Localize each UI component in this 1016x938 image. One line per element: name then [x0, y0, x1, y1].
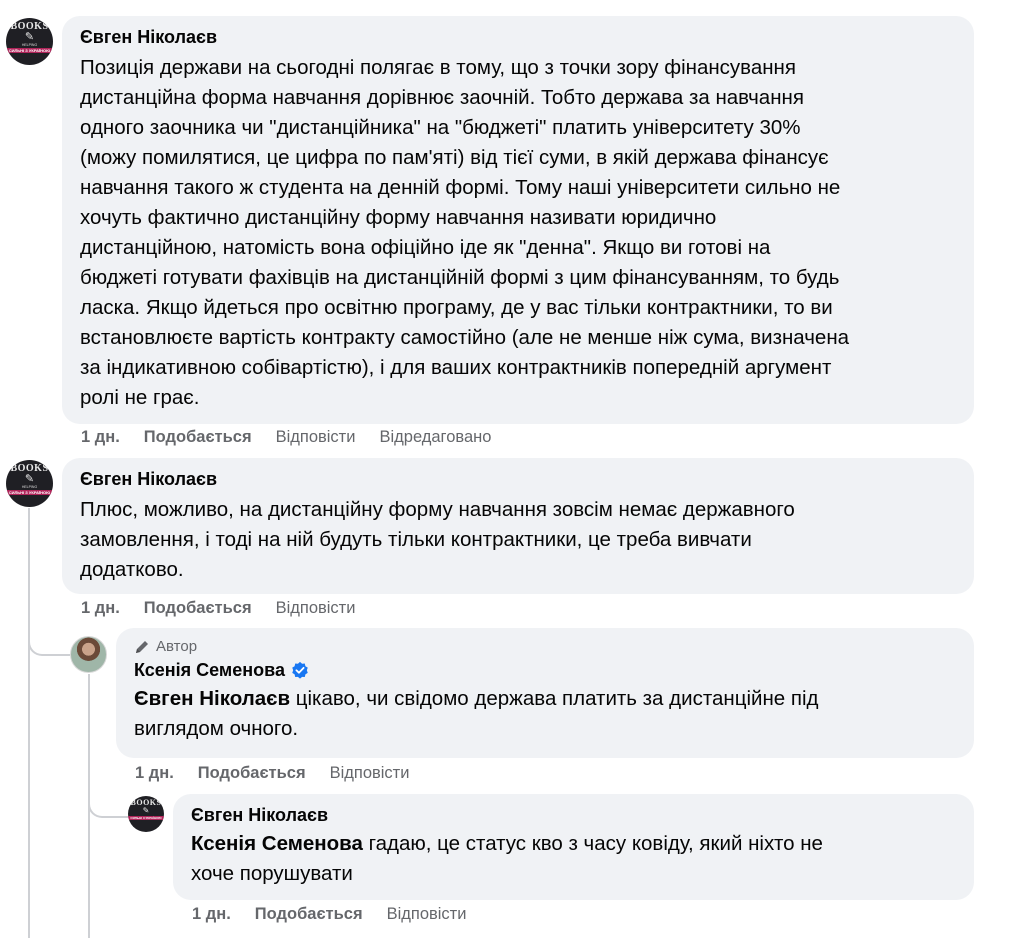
comment-time[interactable]: 1 дн.	[81, 428, 120, 447]
verified-badge-icon	[292, 661, 308, 679]
like-button[interactable]: Подобається	[198, 764, 306, 783]
comment-bubble: Євген Ніколаєв Плюс, можливо, на дистанц…	[62, 458, 974, 594]
book-icon: ✎	[24, 473, 35, 485]
avatar[interactable]: BOOKS ✎ HELPING СИЛЬНІ З УКРАЇНОЮ	[6, 18, 53, 65]
comment-bubble: Автор Ксенія Семенова Євген Ніколаєв цік…	[116, 628, 974, 758]
avatar[interactable]: BOOKS ✎ СИЛЬНІ З УКРАЇНОЮ	[128, 796, 164, 832]
comment-time[interactable]: 1 дн.	[135, 764, 174, 783]
avatar-books-band: СИЛЬНІ З УКРАЇНОЮ	[6, 48, 53, 53]
comment-bubble: Євген Ніколаєв Ксенія Семенова гадаю, це…	[173, 794, 974, 900]
comment-text: Ксенія Семенова гадаю, це статус кво з ч…	[191, 829, 956, 889]
comment-text: Позиція держави на сьогодні полягає в то…	[80, 56, 850, 409]
like-button[interactable]: Подобається	[144, 428, 252, 447]
comment-actions: 1 дн. Подобається Відповісти Відредагова…	[81, 428, 491, 447]
avatar-books-band: СИЛЬНІ З УКРАЇНОЮ	[6, 490, 53, 495]
edited-label[interactable]: Відредаговано	[379, 428, 491, 447]
comment-author[interactable]: Євген Ніколаєв	[80, 468, 217, 490]
avatar[interactable]	[70, 636, 107, 673]
comment-author[interactable]: Євген Ніколаєв	[80, 26, 217, 48]
author-badge-label: Автор	[156, 638, 198, 655]
comment-time[interactable]: 1 дн.	[192, 905, 231, 924]
book-icon: ✎	[142, 806, 150, 815]
author-badge: Автор	[134, 638, 956, 655]
comment-author[interactable]: Ксенія Семенова	[134, 659, 309, 681]
comment-actions: 1 дн. Подобається Відповісти	[135, 764, 409, 783]
comment-time[interactable]: 1 дн.	[81, 599, 120, 618]
reply-button[interactable]: Відповісти	[387, 905, 467, 924]
comment-author-name[interactable]: Ксенія Семенова	[134, 659, 285, 681]
reply-button[interactable]: Відповісти	[276, 599, 356, 618]
avatar-books-line1: HELPING	[21, 43, 38, 47]
book-icon: ✎	[24, 31, 35, 43]
like-button[interactable]: Подобається	[144, 599, 252, 618]
comment-actions: 1 дн. Подобається Відповісти	[192, 905, 466, 924]
comment-actions: 1 дн. Подобається Відповісти	[81, 599, 355, 618]
comment-text: Плюс, можливо, на дистанційну форму навч…	[80, 498, 795, 581]
pencil-icon	[136, 640, 148, 653]
like-button[interactable]: Подобається	[255, 905, 363, 924]
comment-bubble: Євген Ніколаєв Позиція держави на сьогод…	[62, 16, 974, 424]
thread-line	[28, 630, 70, 656]
avatar[interactable]: BOOKS ✎ HELPING СИЛЬНІ З УКРАЇНОЮ	[6, 460, 53, 507]
reply-button[interactable]: Відповісти	[330, 764, 410, 783]
thread-line	[88, 792, 128, 818]
reply-button[interactable]: Відповісти	[276, 428, 356, 447]
mention-link[interactable]: Євген Ніколаєв	[134, 687, 290, 710]
thread-line	[28, 508, 30, 938]
avatar-books-line1: HELPING	[21, 485, 38, 489]
mention-link[interactable]: Ксенія Семенова	[191, 832, 363, 855]
avatar-books-band: СИЛЬНІ З УКРАЇНОЮ	[128, 816, 164, 820]
comment-text: Євген Ніколаєв цікаво, чи свідомо держав…	[134, 684, 956, 744]
comment-author[interactable]: Євген Ніколаєв	[191, 804, 328, 826]
